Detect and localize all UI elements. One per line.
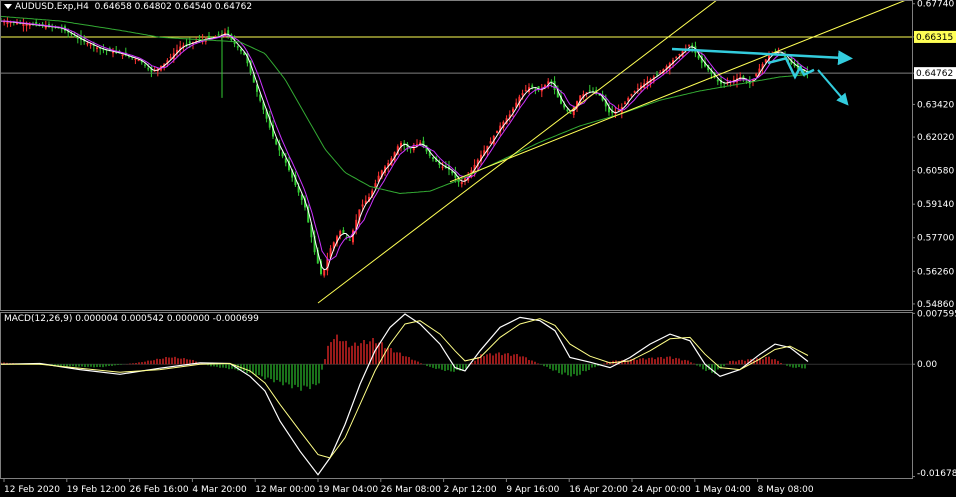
- price-tick-label: 0.67740: [917, 0, 954, 10]
- candle-body: [44, 26, 47, 29]
- x-tick-label: 12 Mar 00:00: [255, 485, 315, 495]
- candle-body: [96, 47, 98, 49]
- macd-tick-label: 0.00: [917, 360, 937, 370]
- candle-body: [76, 37, 79, 39]
- candle-body: [688, 45, 690, 47]
- candle-body: [144, 64, 146, 66]
- x-tick-label: 4 Mar 20:00: [192, 485, 247, 495]
- chart-canvas[interactable]: 0.67740 0.66315 0.64762 0.63420 0.62020 0.605…: [0, 0, 956, 497]
- candle-body: [745, 81, 748, 83]
- ma-slow-line: [0, 15, 809, 195]
- x-tick-label: 2 Apr 12:00: [444, 485, 497, 495]
- candle-body: [441, 166, 444, 168]
- candle-body: [656, 74, 658, 76]
- price-tick-label: 0.59140: [917, 200, 954, 210]
- candle-body: [185, 43, 188, 45]
- candle-body: [460, 182, 463, 185]
- candle-body: [348, 239, 351, 241]
- candle-body: [361, 204, 364, 207]
- candle-body: [569, 112, 572, 114]
- candle-body: [755, 73, 758, 77]
- symbol-name: AUDUSD.Exp,H4: [15, 2, 89, 12]
- candle-body: [566, 109, 569, 112]
- macd-tick-label: 0.007595: [917, 309, 956, 319]
- candle-body: [137, 60, 140, 62]
- price-tick-label: 0.63420: [917, 100, 954, 110]
- candles: [0, 16, 809, 278]
- candle-body: [169, 56, 172, 58]
- candle-body: [73, 36, 76, 38]
- x-tick-label: 19 Feb 12:00: [67, 485, 126, 495]
- candle-body: [112, 51, 114, 54]
- candle-body: [627, 98, 630, 101]
- candle-body: [496, 130, 498, 134]
- x-tick-label: 24 Apr 00:00: [632, 485, 691, 495]
- price-tick-label: 0.56260: [917, 267, 954, 277]
- candle-body: [636, 88, 639, 90]
- x-tick-label: 26 Feb 16:00: [130, 485, 189, 495]
- candle-body: [630, 94, 633, 96]
- candle-body: [659, 72, 662, 74]
- axes: 0.67740 0.66315 0.64762 0.63420 0.62020 0.605…: [0, 0, 956, 495]
- candle-body: [134, 58, 137, 60]
- candle-body: [512, 108, 514, 112]
- x-tick-label: 26 Mar 08:00: [381, 485, 441, 495]
- candle-body: [716, 79, 719, 82]
- symbol-header: AUDUSD.Exp,H4 0.64658 0.64802 0.64540 0.…: [4, 2, 252, 12]
- candle-body: [217, 34, 220, 36]
- candle-body: [633, 91, 636, 93]
- macd-indicator-label: MACD(12,26,9) 0.000004 0.000542 0.000000…: [4, 314, 259, 324]
- candle-body: [208, 35, 210, 39]
- candle-body: [521, 93, 524, 96]
- x-tick-label: 1 May 04:00: [695, 485, 751, 495]
- candle-body: [323, 269, 326, 276]
- x-tick-label: 8 May 08:00: [758, 485, 814, 495]
- candle-body: [678, 54, 681, 56]
- price-pane-border: [0, 0, 913, 311]
- price-pane[interactable]: [0, 0, 912, 304]
- price-tick-label: 0.62020: [917, 133, 954, 143]
- x-tick-label: 19 Mar 04:00: [318, 485, 378, 495]
- price-level-label: 0.64762: [916, 69, 953, 79]
- candle-body: [588, 90, 591, 92]
- price-level-label: 0.66315: [916, 33, 953, 43]
- macd-histogram: [0, 334, 806, 391]
- candle-body: [624, 102, 626, 105]
- dropdown-triangle-icon[interactable]: [4, 4, 12, 9]
- candle-body: [236, 46, 239, 48]
- macd-pane-border: [0, 312, 913, 479]
- annotation-down-arrow: [817, 69, 849, 106]
- ohlc-values: 0.64658 0.64802 0.64540 0.64762: [94, 2, 253, 12]
- macd-tick-label: -0.016785: [917, 469, 956, 479]
- x-tick-label: 16 Apr 20:00: [569, 485, 628, 495]
- candle-body: [531, 85, 534, 88]
- candle-body: [121, 54, 124, 56]
- candle-body: [675, 57, 678, 59]
- candle-body: [86, 43, 89, 45]
- price-tick-label: 0.57700: [917, 234, 954, 244]
- candle-body: [25, 24, 28, 26]
- x-tick-label: 9 Apr 16:00: [506, 485, 559, 495]
- candle-body: [524, 90, 527, 92]
- candle-body: [432, 157, 434, 159]
- candle-body: [697, 55, 700, 59]
- candle-body: [89, 44, 92, 46]
- price-tick-label: 0.60580: [917, 167, 954, 177]
- candle-body: [6, 21, 9, 24]
- x-tick-label: 12 Feb 2020: [4, 485, 60, 495]
- macd-pane[interactable]: [0, 313, 912, 476]
- candle-body: [188, 41, 191, 44]
- candle-body: [489, 141, 492, 144]
- candle-body: [147, 68, 150, 70]
- candle-body: [22, 23, 25, 26]
- candle-body: [240, 49, 242, 52]
